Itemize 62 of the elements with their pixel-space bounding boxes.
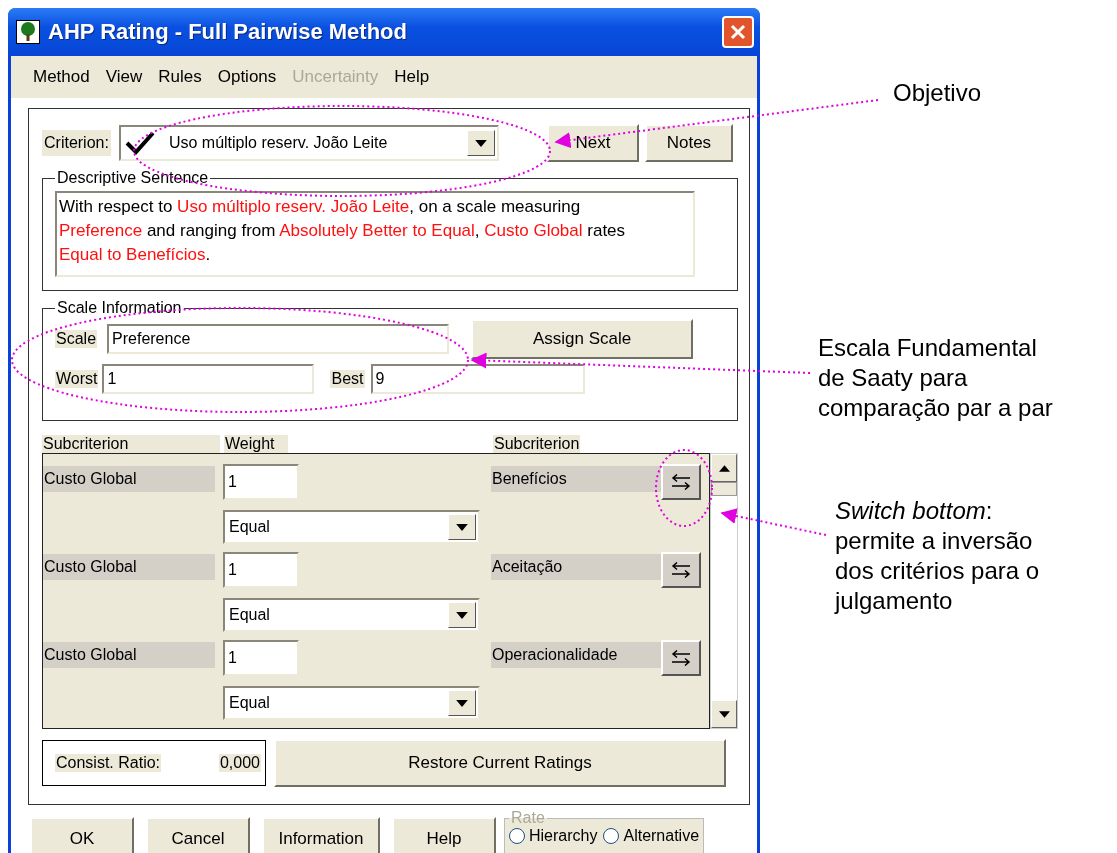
- tree-icon: [16, 20, 40, 44]
- up-triangle-icon: [718, 464, 730, 472]
- subcriterion-label: Custo Global: [43, 554, 215, 580]
- subcriterion-label: Custo Global: [43, 642, 215, 668]
- annotation-text: Objetivo: [893, 78, 982, 108]
- menu-item[interactable]: Options: [209, 67, 285, 87]
- scrollbar[interactable]: [710, 453, 738, 729]
- consistency-value: 0,000: [218, 754, 261, 772]
- descriptive-sentence: With respect to Uso múltiplo reserv. João Leite, on a scale measuring Preference and ranging from Absolutely Better to Equal, Custo Global rates Equal to Benefícios.: [55, 191, 695, 277]
- column-header: Subcriterion: [42, 435, 220, 453]
- switch-button[interactable]: [661, 552, 701, 588]
- next-button[interactable]: Next: [546, 124, 639, 162]
- annotation-text: Escala Fundamental de Saaty para comparação par a par: [818, 333, 1053, 423]
- dialog-button[interactable]: Help: [392, 817, 496, 853]
- window-title: AHP Rating - Full Pairwise Method: [48, 19, 408, 45]
- consistency-label: Consist. Ratio:: [55, 754, 162, 772]
- verbal-dropdown[interactable]: Equal: [223, 686, 480, 720]
- column-header: Subcriterion: [493, 435, 581, 453]
- scale-field[interactable]: Preference: [107, 324, 450, 354]
- menu-item[interactable]: Rules: [150, 67, 210, 87]
- subcriterion-label: Benefícios: [491, 466, 661, 492]
- worst-label: Worst: [55, 370, 99, 388]
- group-title: Rate: [510, 809, 546, 827]
- subcriterion-label: Custo Global: [43, 466, 215, 492]
- dialog-button[interactable]: OK: [30, 817, 134, 853]
- subcriterion-label: Operacionalidade: [491, 642, 661, 668]
- menu-item[interactable]: View: [97, 67, 151, 87]
- dialog-button[interactable]: Information: [262, 817, 380, 853]
- notes-button[interactable]: Notes: [644, 124, 733, 162]
- swap-arrows-icon: [670, 562, 692, 578]
- criterion-label: Criterion:: [42, 130, 111, 156]
- dialog-button[interactable]: Cancel: [146, 817, 250, 853]
- worst-field[interactable]: 1: [102, 364, 315, 394]
- assign-scale-button[interactable]: Assign Scale: [471, 319, 694, 359]
- down-triangle-icon: [718, 710, 730, 718]
- weight-field[interactable]: 1: [223, 640, 299, 676]
- scale-label: Scale: [55, 330, 98, 348]
- verbal-dropdown[interactable]: Equal: [223, 598, 480, 632]
- switch-button[interactable]: [661, 464, 701, 500]
- group-title: Scale Information: [56, 299, 183, 317]
- restore-ratings-button[interactable]: Restore Current Ratings: [274, 739, 726, 787]
- weight-field[interactable]: 1: [223, 464, 299, 500]
- swap-arrows-icon: [670, 474, 692, 490]
- scroll-up-button[interactable]: [711, 454, 737, 482]
- best-field[interactable]: 9: [370, 364, 585, 394]
- switch-button[interactable]: [661, 640, 701, 676]
- scroll-thumb[interactable]: [711, 482, 737, 496]
- verbal-dropdown[interactable]: Equal: [223, 510, 480, 544]
- rate-radio[interactable]: Alternative: [603, 827, 700, 845]
- close-icon: [728, 22, 748, 42]
- criterion-dropdown[interactable]: Uso múltiplo reserv. João Leite: [118, 125, 499, 161]
- weight-field[interactable]: 1: [223, 552, 299, 588]
- subcriterion-label: Aceitação: [491, 554, 661, 580]
- best-label: Best: [330, 370, 365, 388]
- scroll-down-button[interactable]: [711, 700, 737, 728]
- annotation-text: Switch bottom: permite a inversão dos critérios para o julgamento: [835, 496, 1040, 616]
- menu-item[interactable]: Help: [386, 67, 438, 87]
- column-header: Weight: [224, 435, 288, 453]
- swap-arrows-icon: [670, 650, 692, 666]
- menu-item[interactable]: Method: [25, 67, 98, 87]
- rate-radio[interactable]: Hierarchy: [509, 827, 598, 845]
- close-button[interactable]: [722, 16, 754, 48]
